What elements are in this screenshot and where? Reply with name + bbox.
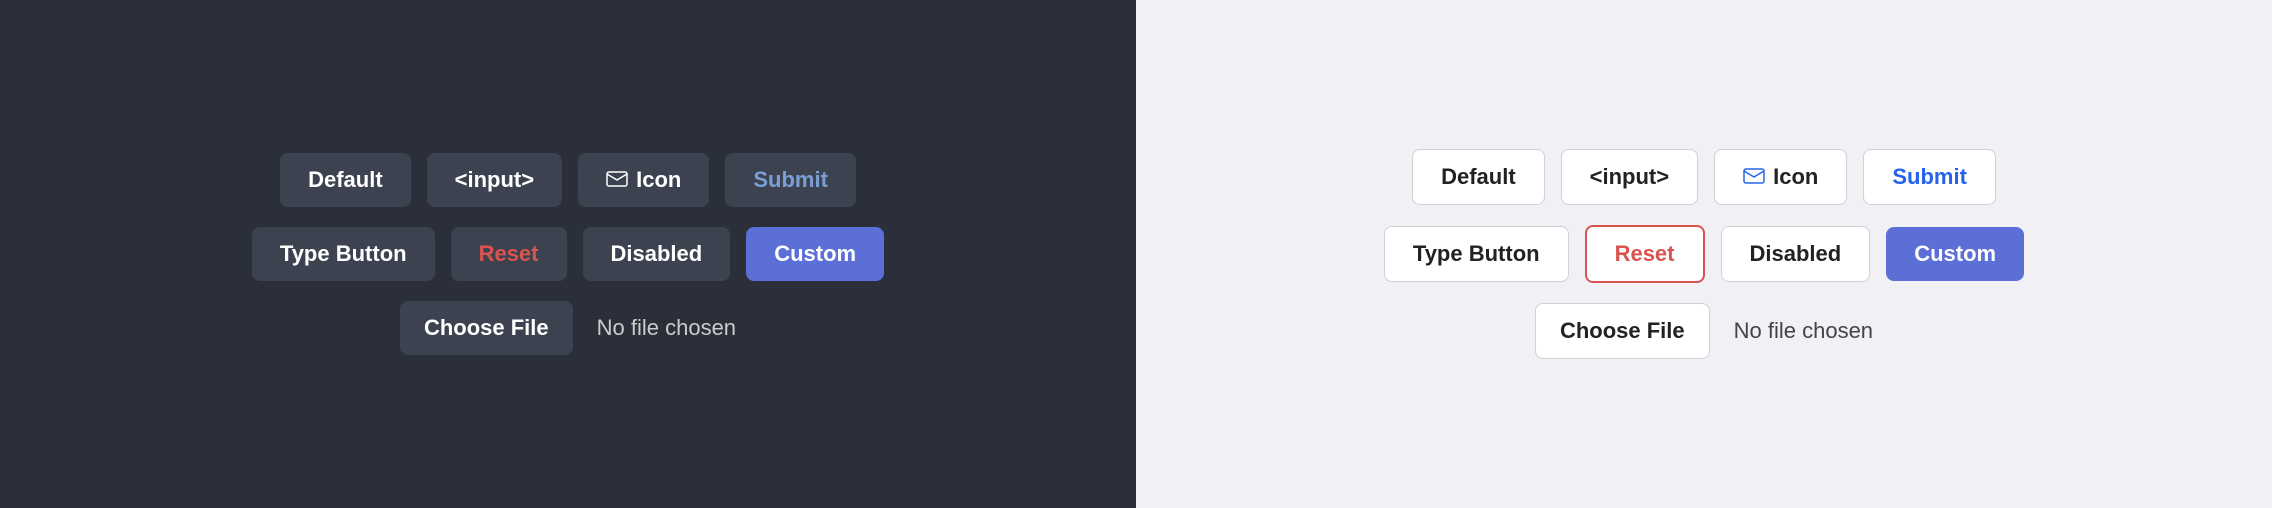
dark-disabled-button[interactable]: Disabled <box>583 227 731 281</box>
light-icon-button-label: Icon <box>1773 164 1818 190</box>
dark-file-row: Choose File No file chosen <box>400 301 736 355</box>
dark-no-file-text: No file chosen <box>597 315 736 341</box>
light-file-row: Choose File No file chosen <box>1535 303 1873 359</box>
light-submit-button[interactable]: Submit <box>1863 149 1996 205</box>
dark-reset-button[interactable]: Reset <box>451 227 567 281</box>
dark-submit-button[interactable]: Submit <box>725 153 856 207</box>
light-input-button[interactable]: <input> <box>1561 149 1698 205</box>
light-custom-button[interactable]: Custom <box>1886 227 2024 281</box>
dark-panel: Default <input> Icon Submit Type Button … <box>0 0 1136 508</box>
dark-custom-button[interactable]: Custom <box>746 227 884 281</box>
mail-icon <box>606 167 628 193</box>
light-panel: Default <input> Icon Submit Type Button … <box>1136 0 2272 508</box>
dark-choose-file-button[interactable]: Choose File <box>400 301 573 355</box>
light-icon-button[interactable]: Icon <box>1714 149 1847 205</box>
dark-default-button[interactable]: Default <box>280 153 411 207</box>
light-type-button[interactable]: Type Button <box>1384 226 1569 282</box>
mail-icon-light <box>1743 164 1765 190</box>
light-row-1: Default <input> Icon Submit <box>1412 149 1996 205</box>
light-disabled-button[interactable]: Disabled <box>1721 226 1871 282</box>
light-default-button[interactable]: Default <box>1412 149 1545 205</box>
dark-icon-button[interactable]: Icon <box>578 153 709 207</box>
light-choose-file-button[interactable]: Choose File <box>1535 303 1710 359</box>
dark-input-button[interactable]: <input> <box>427 153 562 207</box>
light-row-2: Type Button Reset Disabled Custom <box>1384 225 2024 283</box>
dark-icon-button-label: Icon <box>636 167 681 193</box>
dark-row-1: Default <input> Icon Submit <box>280 153 856 207</box>
light-reset-button[interactable]: Reset <box>1585 225 1705 283</box>
dark-type-button[interactable]: Type Button <box>252 227 435 281</box>
light-no-file-text: No file chosen <box>1734 318 1873 344</box>
dark-row-2: Type Button Reset Disabled Custom <box>252 227 884 281</box>
